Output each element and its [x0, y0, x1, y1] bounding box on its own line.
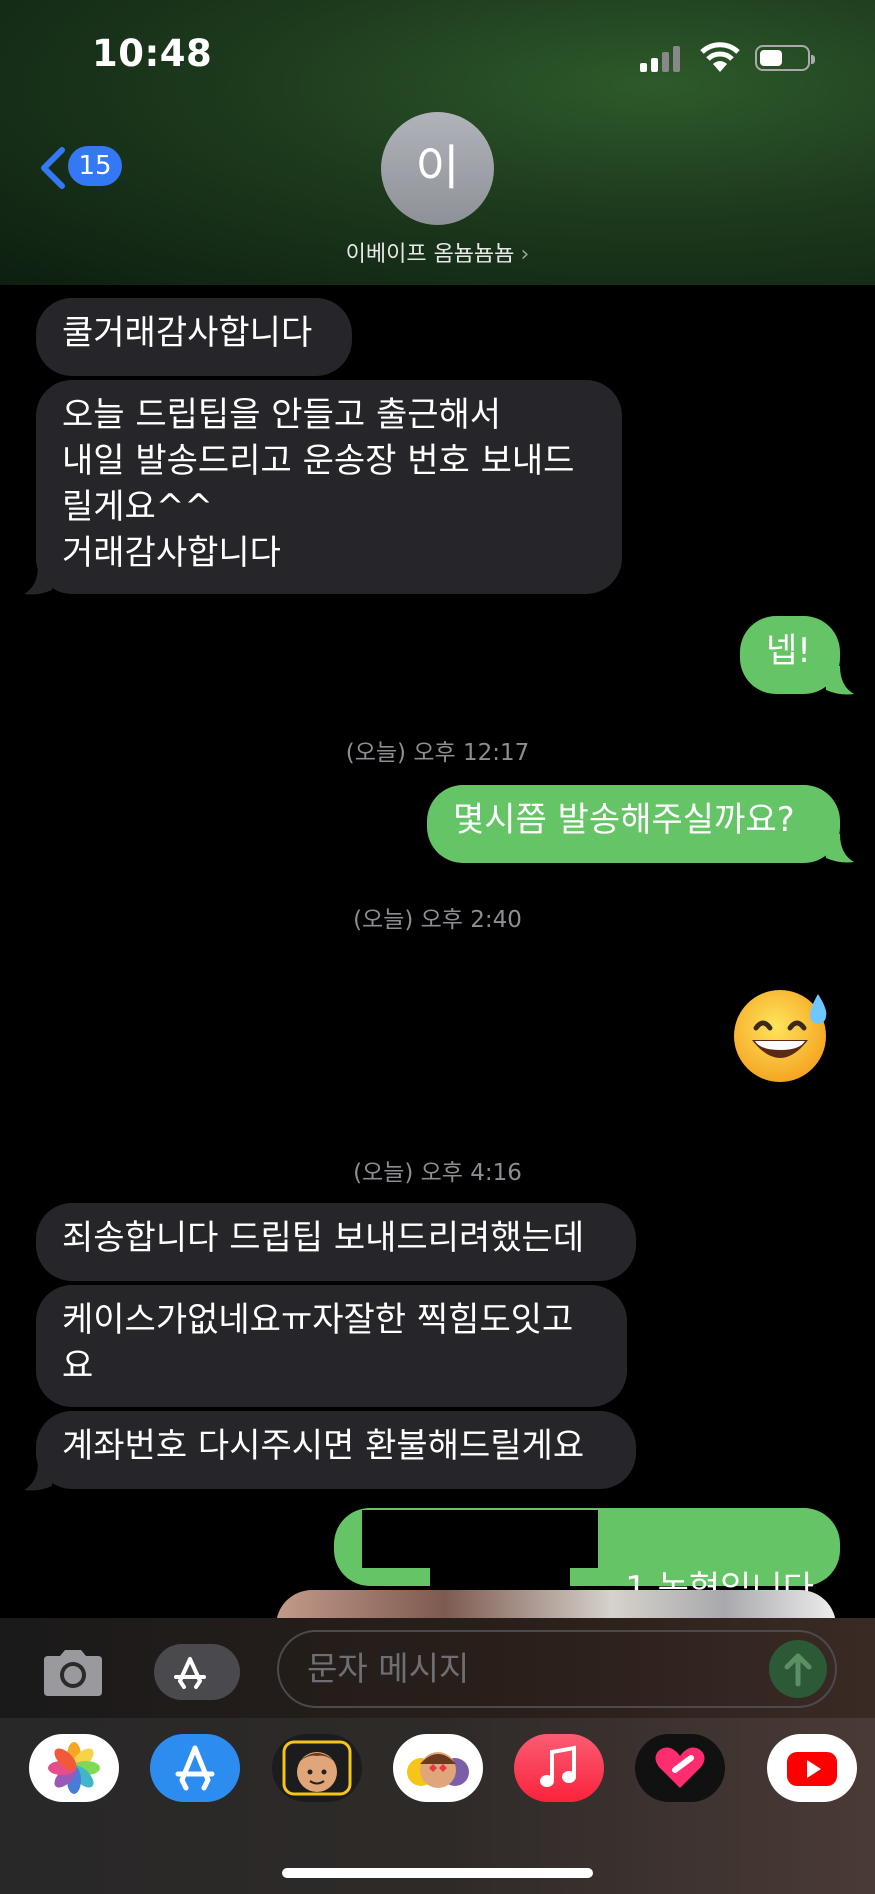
incoming-message[interactable]: 케이스가없네요ㅠ자잘한 찍힘도잇고 요	[36, 1285, 627, 1407]
bubble-tail	[826, 666, 854, 695]
message-input[interactable]: 문자 메시지	[277, 1630, 837, 1708]
incoming-message[interactable]: 죄송합니다 드립팁 보내드리려했는데	[36, 1203, 636, 1281]
app-drawer-button[interactable]	[154, 1644, 240, 1700]
timestamp: (오늘) 오후 12:17	[345, 740, 530, 766]
youtube-icon[interactable]	[767, 1734, 857, 1802]
timestamp: (오늘) 오후 4:16	[353, 1160, 522, 1186]
contact-name: 이베이프 옴뇸뇸뇸	[345, 242, 515, 267]
bubble-tail	[826, 834, 854, 863]
grinning-sweat-emoji[interactable]	[730, 980, 836, 1086]
photos-icon[interactable]	[29, 1734, 119, 1802]
arrow-up-icon	[784, 1653, 812, 1687]
back-button[interactable]: 15	[36, 142, 126, 192]
chevron-right-icon: ›	[520, 242, 530, 267]
app-store-icon	[174, 1657, 206, 1689]
incoming-message[interactable]: 오늘 드립팁을 안들고 출근해서 내일 발송드리고 운송장 번호 보내드 릴게요…	[36, 380, 622, 594]
timestamp: (오늘) 오후 2:40	[353, 907, 522, 933]
outgoing-message[interactable]: 넵!	[740, 616, 840, 694]
cellular-signal-icon	[640, 46, 684, 72]
send-button[interactable]	[769, 1640, 827, 1698]
unread-count-badge: 15	[68, 146, 122, 186]
incoming-message[interactable]: 계좌번호 다시주시면 환불해드릴게요	[36, 1411, 636, 1489]
bubble-tail	[24, 1462, 52, 1491]
bubble-tail	[24, 566, 52, 595]
conversation-header: 10:48 15 이 이베이프 옴뇸뇸뇸 ›	[0, 0, 875, 285]
contact-avatar[interactable]: 이	[381, 112, 494, 225]
incoming-message[interactable]: 쿨거래감사합니다	[36, 298, 352, 376]
status-time: 10:48	[92, 32, 213, 75]
compose-bar: 문자 메시지	[0, 1618, 875, 1718]
digital-touch-icon[interactable]	[635, 1734, 725, 1802]
wifi-icon	[700, 42, 740, 72]
home-indicator[interactable]	[282, 1868, 593, 1878]
memoji-icon[interactable]	[272, 1734, 362, 1802]
contact-name-button[interactable]: 이베이프 옴뇸뇸뇸 ›	[0, 236, 875, 268]
battery-icon	[755, 45, 815, 71]
animoji-icon[interactable]	[393, 1734, 483, 1802]
message-input-placeholder: 문자 메시지	[307, 1649, 470, 1688]
outgoing-message[interactable]: 몇시쯤 발송해주실까요?	[427, 785, 840, 863]
camera-icon[interactable]	[40, 1648, 106, 1698]
music-icon[interactable]	[514, 1734, 604, 1802]
app-store-icon[interactable]	[150, 1734, 240, 1802]
